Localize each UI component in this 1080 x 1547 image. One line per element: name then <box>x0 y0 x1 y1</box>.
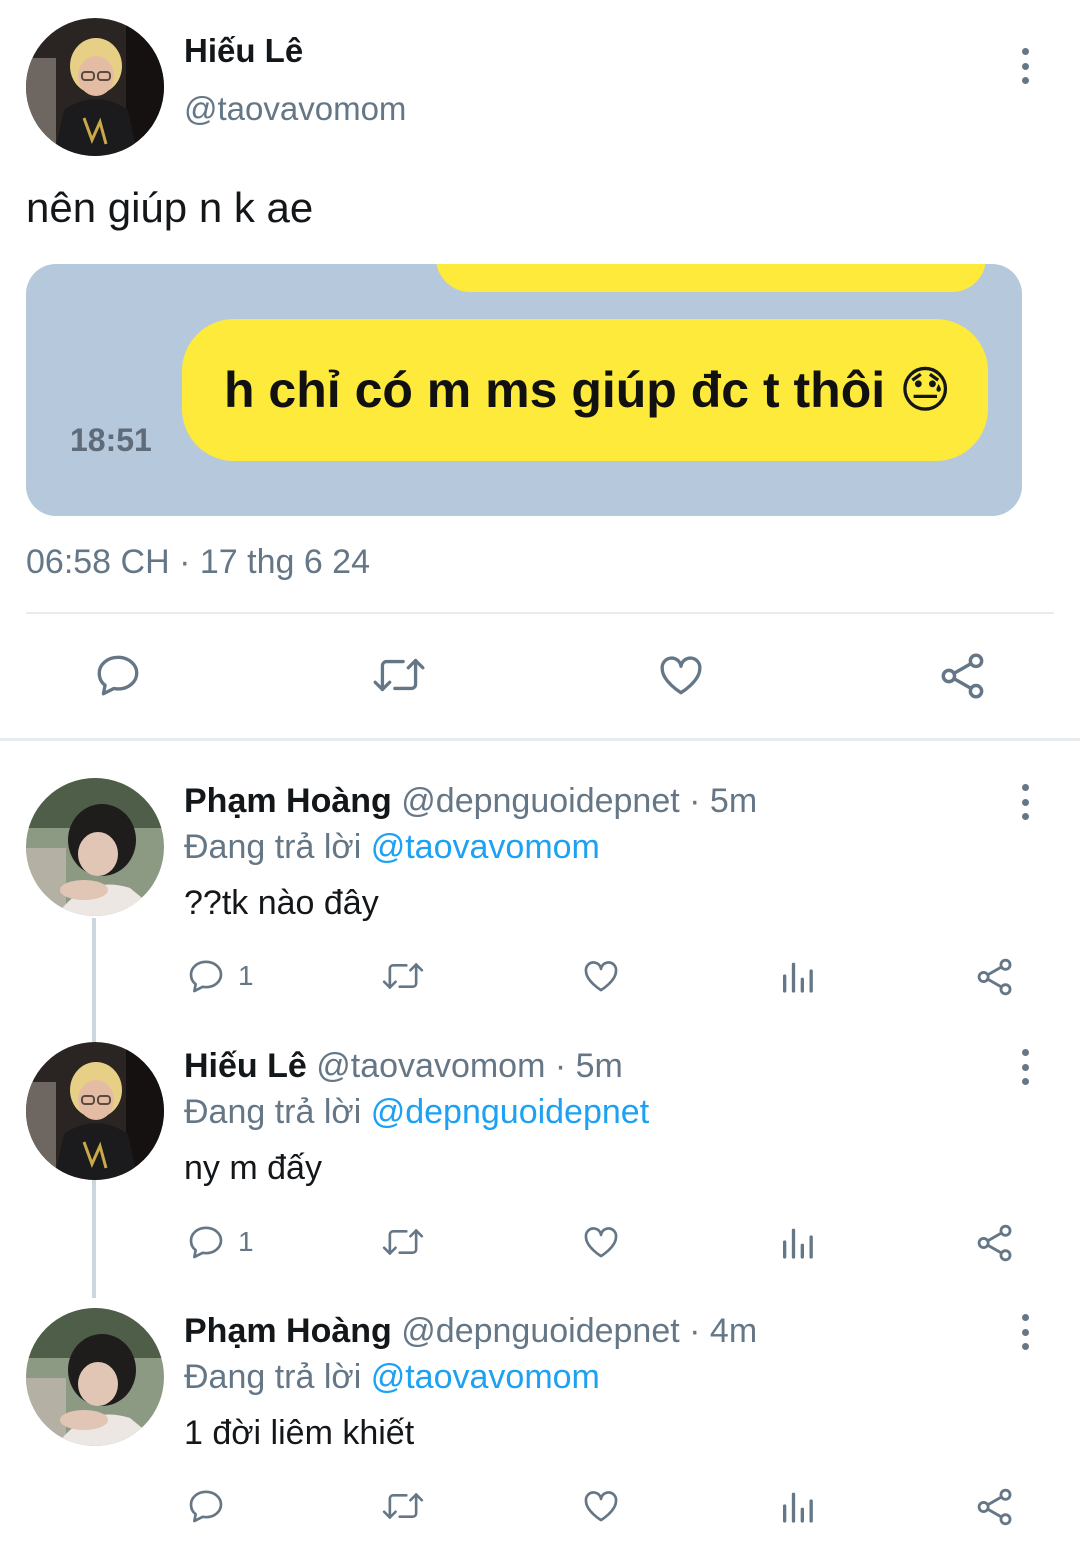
analytics-icon <box>783 962 813 993</box>
like-button[interactable] <box>580 1486 622 1526</box>
reply-display-name[interactable]: Phạm Hoàng <box>184 1312 392 1350</box>
like-icon <box>584 1227 618 1258</box>
reply-handle[interactable]: @taovavomom <box>316 1047 545 1085</box>
reply-handle[interactable]: @depnguoidepnet <box>401 1312 679 1350</box>
share-icon <box>977 958 1012 996</box>
reply-icon <box>189 1226 223 1259</box>
retweet-button[interactable] <box>380 1222 426 1262</box>
reply-header: Phạm Hoàng @depnguoidepnet · 4m <box>184 1312 757 1351</box>
more-options-icon[interactable] <box>1015 1045 1035 1089</box>
avatar-hieu-le-image <box>26 1042 164 1180</box>
chat-bubble: h chỉ có m ms giúp đc t thôi 😓 <box>182 319 988 461</box>
analytics-button[interactable] <box>778 956 818 996</box>
share-button[interactable] <box>937 650 989 702</box>
tweet-timestamp[interactable]: 06:58 CH · 17 thg 6 24 <box>26 543 370 582</box>
reply-handle[interactable]: @depnguoidepnet <box>401 782 679 820</box>
share-icon <box>977 1488 1012 1526</box>
share-button[interactable] <box>974 1486 1016 1528</box>
reply-header: Phạm Hoàng @depnguoidepnet · 5m <box>184 782 757 821</box>
reply-text: ??tk nào đây <box>184 884 379 922</box>
reply-icon <box>189 960 223 993</box>
analytics-button[interactable] <box>778 1222 818 1262</box>
avatar[interactable] <box>26 18 164 156</box>
retweet-button[interactable] <box>380 1486 426 1526</box>
reply-button[interactable] <box>186 1486 238 1526</box>
like-icon <box>584 961 618 992</box>
author-handle[interactable]: @taovavomom <box>184 90 406 128</box>
avatar-hieu-le-image <box>26 18 164 156</box>
reply-header: Hiếu Lê @taovavomom · 5m <box>184 1047 623 1086</box>
reply-button[interactable]: 1 <box>186 956 254 996</box>
sad-sweat-emoji: 😓 <box>899 362 952 418</box>
retweet-icon <box>373 658 425 692</box>
reply-time: · 4m <box>689 1312 758 1350</box>
more-options-icon[interactable] <box>1015 1310 1035 1354</box>
replying-to-prefix: Đang trả lời <box>184 1093 362 1131</box>
tweet-text: nên giúp n k ae <box>26 184 314 231</box>
share-button[interactable] <box>974 956 1016 998</box>
avatar[interactable] <box>26 1308 164 1446</box>
analytics-icon <box>783 1492 813 1523</box>
analytics-button[interactable] <box>778 1486 818 1526</box>
retweet-button[interactable] <box>370 650 428 700</box>
section-divider <box>0 738 1080 741</box>
share-icon <box>941 653 984 699</box>
avatar[interactable] <box>26 778 164 916</box>
chat-bubble-top <box>436 264 986 292</box>
chat-time: 18:51 <box>70 422 152 458</box>
reply-count: 1 <box>238 1226 254 1257</box>
retweet-button[interactable] <box>380 956 426 996</box>
share-button[interactable] <box>974 1222 1016 1264</box>
replying-to-handle[interactable]: @depnguoidepnet <box>371 1093 649 1131</box>
reply-count: 1 <box>238 960 254 991</box>
replying-to: Đang trả lời @depnguoidepnet <box>184 1093 649 1132</box>
avatar-pham-hoang-image <box>26 778 164 916</box>
reply-button[interactable]: 1 <box>186 1222 254 1262</box>
like-button[interactable] <box>580 956 622 996</box>
retweet-icon <box>382 1493 424 1519</box>
analytics-icon <box>783 1228 813 1259</box>
replying-to: Đang trả lời @taovavomom <box>184 1358 600 1397</box>
reply-text: 1 đời liêm khiết <box>184 1414 415 1452</box>
reply-icon <box>189 1490 223 1523</box>
reply-time: · 5m <box>689 782 758 820</box>
share-icon <box>977 1224 1012 1262</box>
replying-to-handle[interactable]: @taovavomom <box>371 1358 600 1396</box>
reply-button[interactable] <box>93 650 143 700</box>
replying-to: Đang trả lời @taovavomom <box>184 828 600 867</box>
more-options-icon[interactable] <box>1015 780 1035 824</box>
reply-display-name[interactable]: Phạm Hoàng <box>184 782 392 820</box>
avatar-pham-hoang-image <box>26 1308 164 1446</box>
reply-text: ny m đấy <box>184 1149 322 1187</box>
more-options-icon[interactable] <box>1015 44 1035 88</box>
chat-bubble-text: h chỉ có m ms giúp đc t thôi <box>224 362 886 418</box>
like-icon <box>584 1491 618 1522</box>
reply-time: · 5m <box>554 1047 623 1085</box>
replying-to-prefix: Đang trả lời <box>184 828 362 866</box>
retweet-icon <box>382 1229 424 1255</box>
avatar[interactable] <box>26 1042 164 1180</box>
like-button[interactable] <box>655 650 707 700</box>
reply-icon <box>97 655 139 696</box>
replying-to-handle[interactable]: @taovavomom <box>371 828 600 866</box>
tweet-image[interactable]: h chỉ có m ms giúp đc t thôi 😓 18:51 <box>26 264 1022 516</box>
divider <box>26 612 1054 614</box>
replying-to-prefix: Đang trả lời <box>184 1358 362 1396</box>
reply-display-name[interactable]: Hiếu Lê <box>184 1047 307 1085</box>
like-button[interactable] <box>580 1222 622 1262</box>
author-display-name[interactable]: Hiếu Lê <box>184 32 303 70</box>
retweet-icon <box>382 963 424 989</box>
like-icon <box>660 656 702 695</box>
